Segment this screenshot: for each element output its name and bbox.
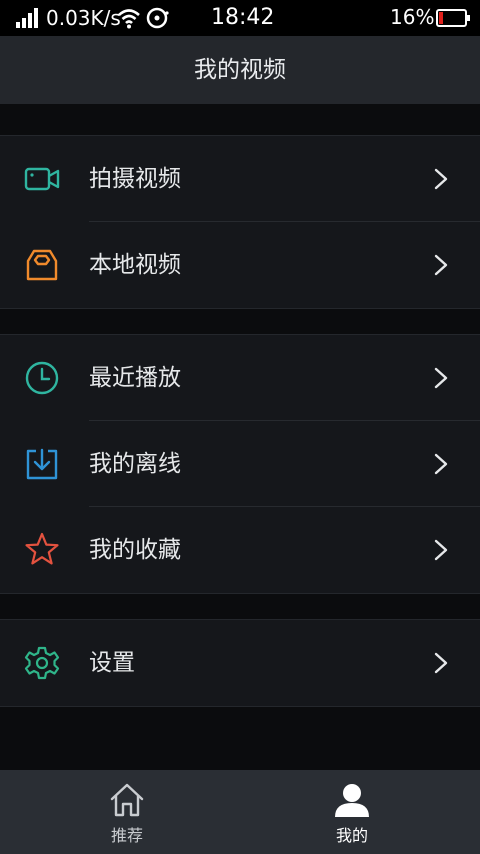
battery-percent: 16%	[390, 5, 435, 29]
menu-item-my-favorites[interactable]: 我的收藏	[0, 507, 480, 593]
video-camera-icon	[24, 167, 60, 191]
tab-label: 推荐	[110, 826, 143, 845]
tab-recommend[interactable]: 推荐	[7, 770, 247, 854]
page-title: 我的视频	[194, 57, 286, 83]
local-box-icon	[26, 249, 58, 281]
menu-item-my-offline[interactable]: 我的离线	[0, 421, 480, 507]
menu-group-capture: 拍摄视频 本地视频	[0, 135, 480, 309]
gear-icon	[24, 646, 60, 680]
storage-icon	[146, 7, 169, 29]
menu-label: 最近播放	[89, 365, 181, 391]
menu-label: 本地视频	[89, 252, 181, 278]
clock-time: 18:42	[211, 5, 275, 30]
status-bar: 0.03K/s 18:42 16%	[0, 0, 480, 36]
star-icon	[25, 532, 59, 565]
signal-icon	[16, 8, 38, 28]
network-speed: 0.03K/s	[46, 6, 121, 30]
tab-label: 我的	[335, 826, 368, 845]
menu-label: 我的收藏	[89, 537, 181, 563]
menu-label: 我的离线	[89, 451, 181, 477]
chevron-right-icon	[434, 254, 448, 276]
home-icon	[110, 783, 144, 817]
chevron-right-icon	[434, 652, 448, 674]
bottom-tab-bar: 推荐 我的	[0, 770, 480, 854]
menu-group-settings: 设置	[0, 619, 480, 707]
chevron-right-icon	[434, 367, 448, 389]
battery-icon	[436, 9, 470, 27]
download-icon	[26, 448, 58, 480]
tab-mine[interactable]: 我的	[232, 770, 472, 854]
clock-icon	[25, 361, 59, 395]
menu-group-history: 最近播放 我的离线 我的收藏	[0, 334, 480, 594]
chevron-right-icon	[434, 539, 448, 561]
menu-label: 设置	[89, 650, 135, 676]
wifi-icon	[118, 9, 140, 29]
menu-item-shoot-video[interactable]: 拍摄视频	[0, 136, 480, 222]
page-title-bar: 我的视频	[0, 36, 480, 104]
user-icon	[335, 784, 369, 817]
menu-label: 拍摄视频	[89, 166, 181, 192]
menu-item-recent-play[interactable]: 最近播放	[0, 335, 480, 421]
chevron-right-icon	[434, 453, 448, 475]
chevron-right-icon	[434, 168, 448, 190]
menu-item-settings[interactable]: 设置	[0, 620, 480, 706]
menu-item-local-video[interactable]: 本地视频	[0, 222, 480, 308]
